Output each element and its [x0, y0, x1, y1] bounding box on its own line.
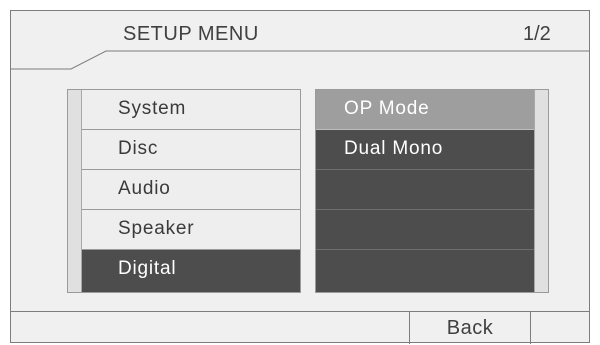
menu-item-audio[interactable]: Audio — [82, 170, 300, 210]
header-tab-outline — [11, 50, 589, 70]
menu-item-disc[interactable]: Disc — [82, 130, 300, 170]
menu-rail-left — [68, 90, 82, 292]
page-indicator: 1/2 — [523, 23, 551, 45]
header-bar: SETUP MENU 1/2 — [11, 11, 591, 73]
menu-rail-right — [534, 90, 548, 292]
option-empty-slot — [316, 210, 534, 250]
category-menu: System Disc Audio Speaker Digital — [67, 89, 301, 293]
menu-item-speaker[interactable]: Speaker — [82, 210, 300, 250]
option-menu: OP Mode Dual Mono — [315, 89, 549, 293]
option-empty-slot — [316, 250, 534, 292]
page-title: SETUP MENU — [123, 23, 259, 45]
menu-item-digital[interactable]: Digital — [82, 250, 300, 292]
option-dual-mono[interactable]: Dual Mono — [316, 130, 534, 170]
option-op-mode[interactable]: OP Mode — [316, 90, 534, 130]
menu-item-system[interactable]: System — [82, 90, 300, 130]
setup-screen: SETUP MENU 1/2 System Disc Audio Speaker… — [10, 10, 591, 344]
option-empty-slot — [316, 170, 534, 210]
back-button[interactable]: Back — [409, 311, 531, 344]
